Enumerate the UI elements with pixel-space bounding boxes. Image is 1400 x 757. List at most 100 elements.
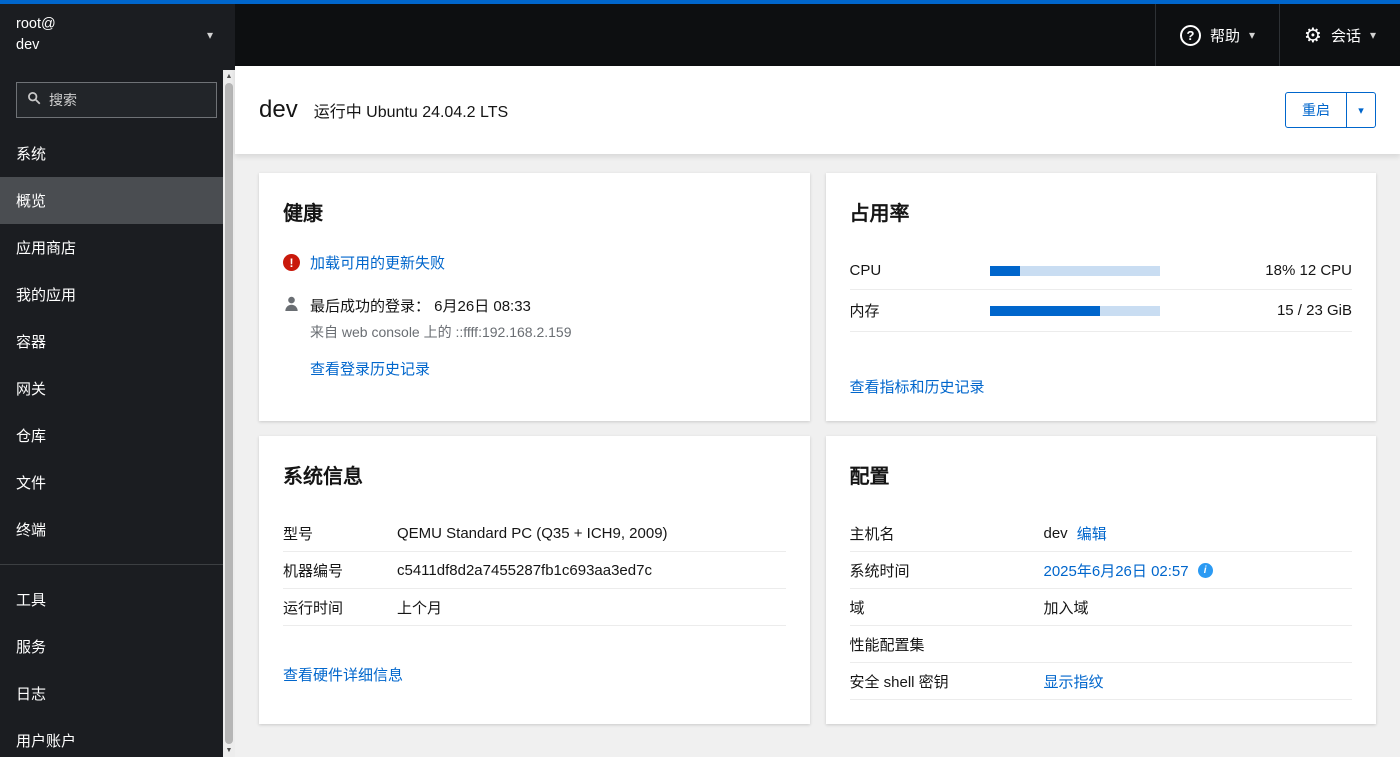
system-time-row: 系统时间 2025年6月26日 02:57 i xyxy=(849,552,1352,589)
system-info-card: 系统信息 型号 QEMU Standard PC (Q35 + ICH9, 20… xyxy=(259,436,810,724)
reboot-split-button: 重启 ▾ xyxy=(1285,92,1376,128)
memory-progress-fill xyxy=(989,305,1100,316)
sidebar-item-logs[interactable]: 日志 xyxy=(0,670,223,717)
cpu-progress-bar xyxy=(989,265,1160,276)
sidebar: root@ dev ▾ 系统 概览 应用商店 我的应用 容器 网 xyxy=(0,4,235,757)
model-label: 型号 xyxy=(283,525,314,543)
sidebar-item-services[interactable]: 服务 xyxy=(0,623,223,670)
machine-id-row: 机器编号 c5411df8d2a7455287fb1c693aa3ed7c xyxy=(283,552,786,589)
join-domain-link[interactable]: 加入域 xyxy=(1044,597,1353,618)
app-shell: root@ dev ▾ 系统 概览 应用商店 我的应用 容器 网 xyxy=(0,4,1400,757)
memory-progress-bar xyxy=(989,305,1160,316)
search-input[interactable] xyxy=(49,92,206,108)
edit-hostname-link[interactable]: 编辑 xyxy=(1077,523,1107,544)
hostname-row: 主机名 dev 编辑 xyxy=(849,515,1352,552)
updates-failed-row: ! 加载可用的更新失败 xyxy=(283,252,786,273)
scroll-down-icon[interactable]: ▼ xyxy=(226,747,233,754)
performance-profile-row: 性能配置集 xyxy=(849,626,1352,663)
performance-profile-label: 性能配置集 xyxy=(849,636,925,654)
metrics-history-link[interactable]: 查看指标和历史记录 xyxy=(850,376,985,397)
reboot-dropdown-toggle[interactable]: ▾ xyxy=(1346,92,1376,128)
overview-cards: 健康 ! 加载可用的更新失败 最后成功的登录： 6月26日 08:33 来自 w… xyxy=(235,154,1400,757)
system-time-link[interactable]: 2025年6月26日 02:57 xyxy=(1044,560,1189,581)
reboot-button[interactable]: 重启 xyxy=(1285,92,1347,128)
sidebar-item-terminal[interactable]: 终端 xyxy=(0,506,223,553)
usage-card-title: 占用率 xyxy=(849,203,910,225)
host-status: 运行中 Ubuntu 24.04.2 LTS xyxy=(313,104,509,121)
machine-id-label: 机器编号 xyxy=(283,562,344,580)
sidebar-item-containers[interactable]: 容器 xyxy=(0,318,223,365)
memory-usage-value: 15 / 23 GiB xyxy=(1276,302,1352,319)
cpu-usage-row: CPU 18% 12 CPU xyxy=(849,252,1352,290)
host-user: root@ xyxy=(16,15,56,32)
health-card-title: 健康 xyxy=(283,203,323,225)
configuration-card-title: 配置 xyxy=(849,466,890,488)
updates-failed-link[interactable]: 加载可用的更新失败 xyxy=(310,252,445,273)
session-label: 会话 xyxy=(1330,27,1361,45)
system-info-card-title: 系统信息 xyxy=(283,466,363,488)
nav-divider xyxy=(0,564,223,565)
model-value: QEMU Standard PC (Q35 + ICH9, 2009) xyxy=(397,524,668,542)
system-time-label: 系统时间 xyxy=(849,562,910,580)
help-label: 帮助 xyxy=(1209,27,1240,45)
sidebar-item-app-store[interactable]: 应用商店 xyxy=(0,224,223,271)
last-login-row: 最后成功的登录： 6月26日 08:33 xyxy=(283,295,786,316)
login-history-link[interactable]: 查看登录历史记录 xyxy=(310,358,430,379)
memory-label: 内存 xyxy=(849,303,880,320)
user-icon xyxy=(283,295,300,316)
help-icon: ? xyxy=(1179,24,1201,46)
scroll-up-icon[interactable]: ▲ xyxy=(226,73,233,80)
hostname-label: 主机名 xyxy=(849,525,895,543)
show-fingerprints-link[interactable]: 显示指纹 xyxy=(1044,671,1353,692)
sidebar-scrollbar[interactable]: ▲ ▼ xyxy=(223,70,235,757)
uptime-value: 上个月 xyxy=(397,599,443,617)
page-title-host: dev xyxy=(259,96,298,123)
memory-usage-row: 内存 15 / 23 GiB xyxy=(849,290,1352,332)
chevron-down-icon: ▾ xyxy=(1248,28,1256,42)
search-icon xyxy=(27,91,41,109)
model-row: 型号 QEMU Standard PC (Q35 + ICH9, 2009) xyxy=(283,515,786,552)
login-origin-text: 来自 web console 上的 ::ffff:192.168.2.159 xyxy=(310,324,572,340)
help-menu-button[interactable]: ? 帮助 ▾ xyxy=(1154,4,1279,66)
gear-icon: ⚙ xyxy=(1304,23,1322,47)
sidebar-item-accounts[interactable]: 用户账户 xyxy=(0,717,223,757)
chevron-down-icon: ▾ xyxy=(1369,28,1376,42)
info-icon[interactable]: i xyxy=(1197,562,1213,578)
sidebar-item-gateway[interactable]: 网关 xyxy=(0,365,223,412)
host-switcher-label: root@ dev xyxy=(16,14,56,56)
usage-card: 占用率 CPU 18% 12 CPU 内存 15 / 23 GiB 查看指标和历… xyxy=(825,173,1376,421)
domain-label: 域 xyxy=(849,599,865,617)
uptime-row: 运行时间 上个月 xyxy=(283,589,786,626)
scrollbar-thumb[interactable] xyxy=(225,83,233,744)
host-switcher[interactable]: root@ dev ▾ xyxy=(0,4,223,66)
uptime-label: 运行时间 xyxy=(283,599,344,617)
domain-row: 域 加入域 xyxy=(849,589,1353,626)
sidebar-item-my-apps[interactable]: 我的应用 xyxy=(0,271,223,318)
machine-id-value: c5411df8d2a7455287fb1c693aa3ed7c xyxy=(397,561,652,579)
search-area xyxy=(0,66,223,118)
sidebar-nav: 系统 概览 应用商店 我的应用 容器 网关 仓库 文件 终端 工具 服务 日志 … xyxy=(0,130,223,757)
page-header: dev 运行中 Ubuntu 24.04.2 LTS 重启 ▾ xyxy=(235,66,1400,154)
configuration-card: 配置 主机名 dev 编辑 系统时间 2025年6月26日 02:57 i 域 … xyxy=(825,436,1376,724)
health-card: 健康 ! 加载可用的更新失败 最后成功的登录： 6月26日 08:33 来自 w… xyxy=(259,173,810,421)
masthead: ? 帮助 ▾ ⚙ 会话 ▾ xyxy=(235,4,1400,66)
cpu-progress-fill xyxy=(989,265,1021,276)
host-name: dev xyxy=(16,37,40,53)
cpu-label: CPU xyxy=(849,262,882,279)
sidebar-item-tools[interactable]: 工具 xyxy=(0,576,223,623)
error-icon: ! xyxy=(283,254,300,271)
hardware-details-link[interactable]: 查看硬件详细信息 xyxy=(283,664,403,685)
ssh-keys-label: 安全 shell 密钥 xyxy=(849,673,949,691)
search-box xyxy=(16,82,217,118)
sidebar-item-files[interactable]: 文件 xyxy=(0,459,223,506)
session-menu-button[interactable]: ⚙ 会话 ▾ xyxy=(1279,4,1400,66)
last-login-text: 最后成功的登录： 6月26日 08:33 xyxy=(310,298,531,315)
main-column: ? 帮助 ▾ ⚙ 会话 ▾ dev 运行中 Ubuntu 24.04.2 LTS… xyxy=(235,4,1400,757)
ssh-keys-row: 安全 shell 密钥 显示指纹 xyxy=(849,663,1353,700)
sidebar-item-repositories[interactable]: 仓库 xyxy=(0,412,223,459)
sidebar-item-overview[interactable]: 概览 xyxy=(0,177,223,224)
chevron-down-icon: ▾ xyxy=(206,28,213,42)
hostname-value: dev xyxy=(1043,524,1068,542)
sidebar-item-system[interactable]: 系统 xyxy=(0,130,223,177)
cpu-usage-value: 18% 12 CPU xyxy=(1265,262,1352,279)
